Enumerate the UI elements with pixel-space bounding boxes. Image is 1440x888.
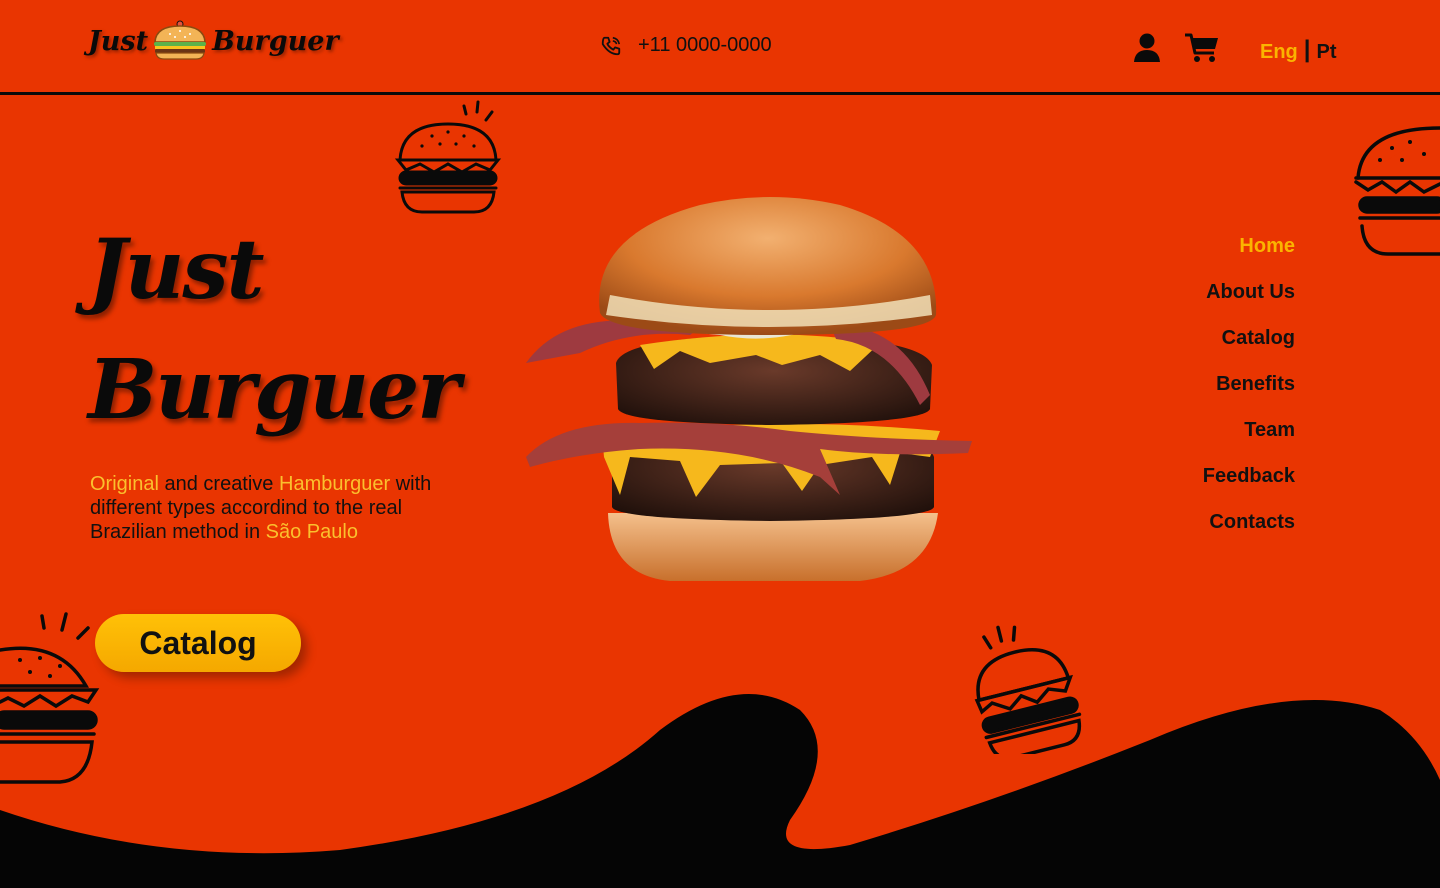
side-navigation: Home About Us Catalog Benefits Team Feed… — [1203, 232, 1295, 554]
nav-about-us[interactable]: About Us — [1206, 278, 1295, 324]
cart-button[interactable] — [1184, 32, 1220, 64]
highlight-sao-paulo: São Paulo — [265, 521, 358, 543]
hero-title: Just Burguer — [88, 210, 460, 450]
desc-text-1: and creative — [158, 473, 279, 495]
lang-portuguese[interactable]: Pt — [1317, 41, 1337, 64]
burger-doodle-icon — [1354, 126, 1440, 256]
language-switcher: Eng | Pt — [1260, 36, 1337, 64]
user-icon — [1134, 33, 1160, 62]
hero-title-line2: Burguer — [88, 342, 460, 438]
lang-separator: | — [1303, 36, 1311, 63]
nav-contacts[interactable]: Contacts — [1209, 508, 1295, 554]
hero-burger-image — [526, 197, 972, 581]
nav-home[interactable]: Home — [1239, 232, 1295, 278]
nav-feedback[interactable]: Feedback — [1203, 462, 1295, 508]
nav-team[interactable]: Team — [1244, 416, 1295, 462]
burger-doodle-icon — [0, 612, 100, 784]
burger-icon — [154, 20, 207, 60]
hero-description: Original and creative Hamburguer with di… — [90, 472, 470, 544]
nav-benefits[interactable]: Benefits — [1216, 370, 1295, 416]
hero-title-line1: Just — [88, 222, 264, 318]
header-actions — [1132, 32, 1220, 64]
phone-number: +11 0000-0000 — [638, 34, 772, 56]
nav-catalog[interactable]: Catalog — [1222, 324, 1295, 370]
highlight-hamburguer: Hamburguer — [279, 473, 391, 495]
site-header: Just Burguer +11 0000-0000 Eng | Pt — [0, 0, 1440, 95]
header-phone[interactable]: +11 0000-0000 — [600, 34, 772, 57]
bottom-wave — [0, 694, 1440, 888]
site-logo[interactable]: Just Burguer — [88, 20, 339, 60]
cart-icon — [1185, 33, 1218, 62]
logo-text-just: Just — [88, 25, 149, 57]
highlight-original: Original — [90, 473, 159, 495]
phone-icon — [601, 36, 621, 55]
burger-doodle-icon — [394, 100, 502, 214]
lang-english[interactable]: Eng — [1260, 41, 1298, 64]
catalog-button[interactable]: Catalog — [95, 614, 301, 672]
burger-doodle-icon — [974, 625, 1082, 754]
user-account-button[interactable] — [1132, 32, 1162, 64]
logo-text-burguer: Burguer — [212, 25, 339, 57]
